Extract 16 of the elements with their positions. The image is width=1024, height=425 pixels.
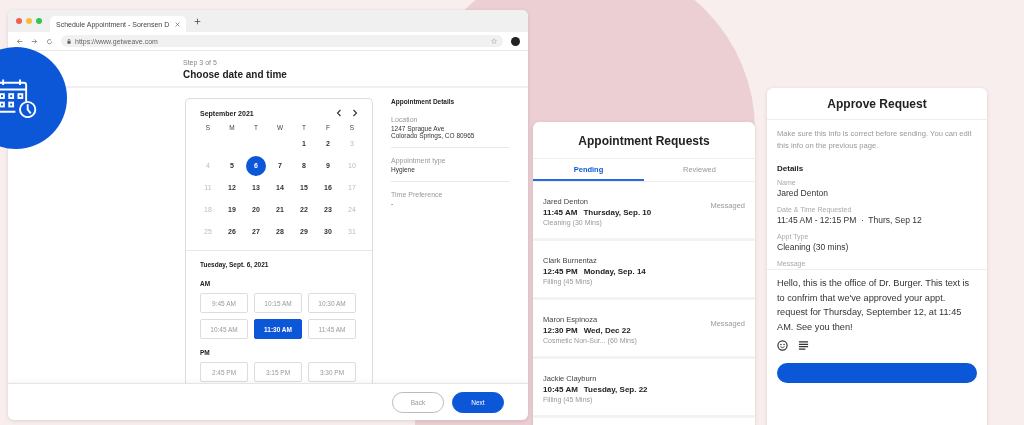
request-date: Tuesday, Sep. 22: [583, 384, 648, 394]
request-time: 10:45 AM: [543, 384, 578, 394]
panel-title: Appointment Requests: [577, 133, 711, 150]
request-time: 11:45 AM: [543, 207, 578, 217]
section-heading: Details: [777, 164, 805, 173]
request-time: 12:30 PM: [543, 325, 578, 335]
field-value: 11:45 AM - 12:15 PM · Thurs, Sep 12: [777, 215, 923, 225]
request-date: Thursday, Sep. 10: [583, 207, 652, 217]
request-date: Wed, Dec 22: [583, 325, 631, 335]
panel-title: Approve Request: [767, 88, 987, 120]
message-field[interactable]: Hello, this is the office of Dr. Burger. This text is to confrim that we've approved your appt. request for Thursday, September 12, at 11:45 AM. See you then!: [777, 276, 977, 334]
page-title: Choose date and time: [183, 69, 288, 80]
request-time: 12:45 PM: [543, 266, 578, 276]
field-value: Cleaning (30 mins): [777, 242, 850, 252]
field-value: Jared Denton: [777, 188, 830, 198]
request-date: Monday, Sep. 14: [583, 266, 646, 276]
